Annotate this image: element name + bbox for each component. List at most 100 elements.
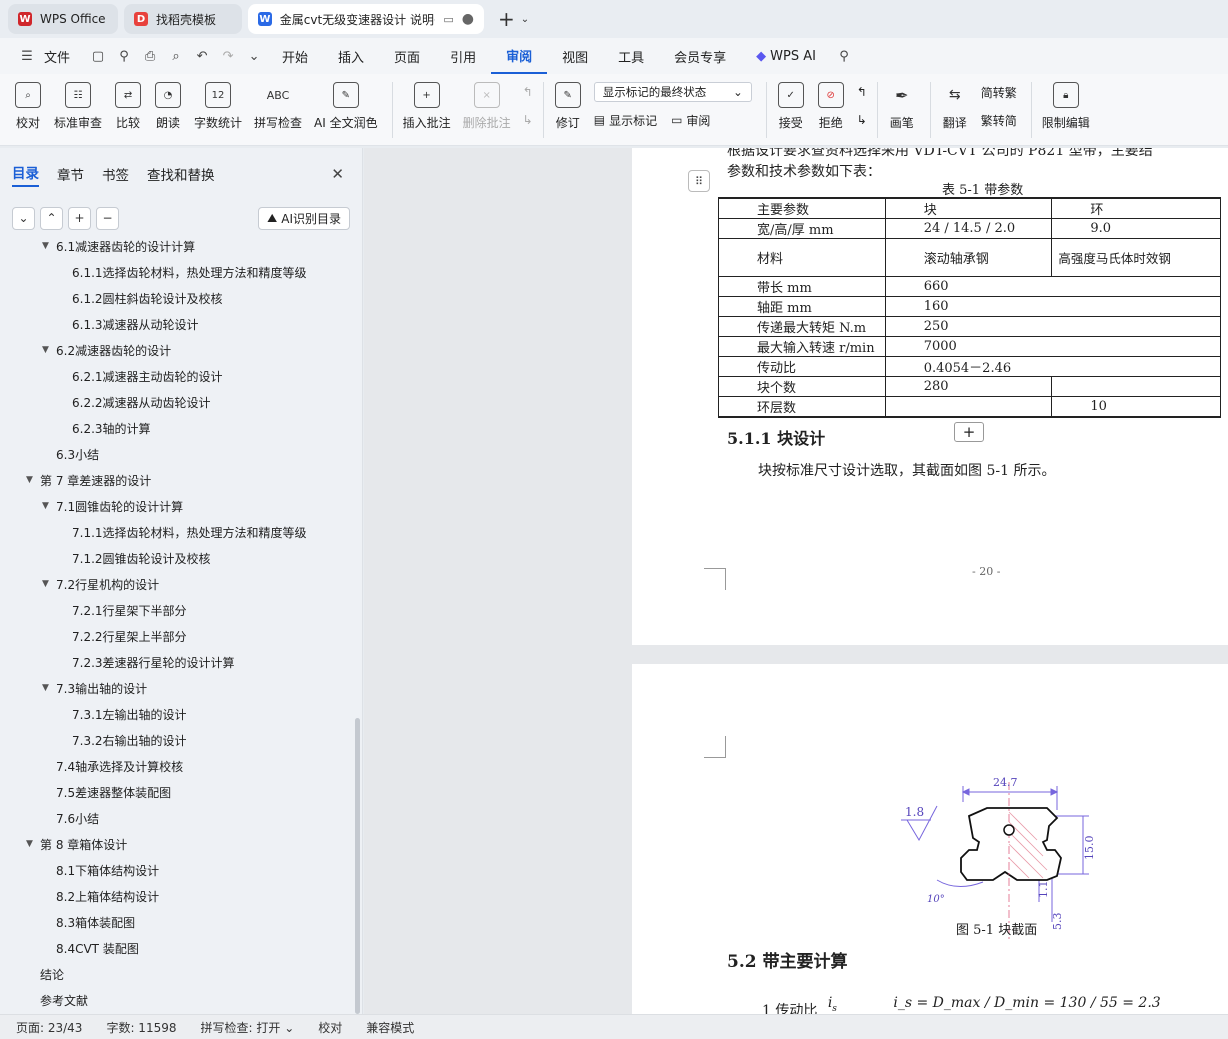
toc-item[interactable]: 参考文献 (40, 988, 88, 1010)
toc-item[interactable]: ▼ 7.1圆锥齿轮的设计计算 (42, 494, 183, 518)
toc-item[interactable]: 6.1.1选择齿轮材料，热处理方法和精度等级 (72, 260, 307, 284)
toc-item[interactable]: 7.6小结 (56, 806, 99, 830)
toc-item[interactable]: 6.1.2圆柱斜齿轮设计及校核 (72, 286, 223, 310)
save-icon[interactable]: ▢ (85, 49, 111, 64)
word-count-indicator[interactable]: 字数: 11598 (106, 1019, 176, 1036)
expand-all-icon[interactable]: ⌃ (40, 206, 63, 230)
toc-item[interactable]: 结论 (40, 962, 64, 986)
read-aloud-button[interactable]: ◔ 朗读 (154, 82, 182, 131)
table-handle-icon[interactable]: ⠿ (688, 170, 710, 192)
tab-chapter[interactable]: 章节 (57, 164, 84, 184)
standard-review-button[interactable]: ☷ 标准审查 (54, 82, 102, 131)
pen-button[interactable]: ✒ 画笔 (888, 82, 916, 131)
toc-item[interactable]: ▼ 第 8 章箱体设计 (26, 832, 127, 856)
menu-home[interactable]: 开始 (267, 38, 323, 74)
delete-comment-button[interactable]: × 删除批注 (463, 82, 511, 131)
next-comment-icon[interactable]: ↳ (523, 110, 533, 130)
toc-item[interactable]: 6.2.2减速器从动齿轮设计 (72, 390, 211, 414)
expand-caret-icon[interactable]: ▼ (42, 683, 54, 693)
restrict-edit-button[interactable]: 🔒︎ 限制编辑 (1042, 82, 1090, 131)
next-change-icon[interactable]: ↳ (857, 110, 867, 130)
toc-item[interactable]: ▼ 第 7 章差速器的设计 (26, 468, 151, 492)
undo-icon[interactable]: ↶ (189, 49, 215, 64)
print-icon[interactable]: ⎙ (137, 49, 163, 64)
tab-list-chevron-icon[interactable]: ⌄ (521, 14, 529, 25)
more-chevron-icon[interactable]: ⌄ (241, 49, 267, 64)
toc-item[interactable]: 7.2.1行星架下半部分 (72, 598, 187, 622)
tab-document[interactable]: W 金属cvt无级变速器设计 说明书 ▭ ● (248, 4, 484, 34)
toc-item[interactable]: 7.3.1左输出轴的设计 (72, 702, 187, 726)
add-row-icon[interactable]: + (954, 422, 984, 442)
expand-caret-icon[interactable]: ▼ (26, 839, 38, 849)
page-indicator[interactable]: 页面: 23/43 (16, 1019, 82, 1036)
menu-tools[interactable]: 工具 (603, 38, 659, 74)
insert-comment-button[interactable]: + 插入批注 (403, 82, 451, 131)
search-icon[interactable]: ⚲ (831, 49, 857, 64)
toc-item[interactable]: 6.2.3轴的计算 (72, 416, 151, 440)
toc-item[interactable]: 8.3箱体装配图 (56, 910, 135, 934)
ai-toc-button[interactable]: ⛰ AI识别目录 (258, 206, 350, 230)
toc-item[interactable]: 7.2.2行星架上半部分 (72, 624, 187, 648)
menu-page[interactable]: 页面 (379, 38, 435, 74)
expand-caret-icon[interactable]: ▼ (42, 579, 54, 589)
tab-template[interactable]: D 找稻壳模板 (124, 4, 242, 34)
toc-item[interactable]: 6.2.1减速器主动齿轮的设计 (72, 364, 223, 388)
menu-insert[interactable]: 插入 (323, 38, 379, 74)
menu-file[interactable]: 文件 (40, 38, 85, 74)
reject-button[interactable]: ⊘ 拒绝 (817, 82, 845, 131)
proofread-button[interactable]: ⌕ 校对 (14, 82, 42, 131)
menu-review[interactable]: 审阅 (491, 38, 548, 74)
toc-item[interactable]: 7.5差速器整体装配图 (56, 780, 171, 804)
collapse-all-icon[interactable]: ⌄ (12, 206, 35, 230)
tab-wps-office[interactable]: W WPS Office (8, 4, 118, 34)
tab-find-replace[interactable]: 查找和替换 (147, 164, 215, 184)
expand-caret-icon[interactable]: ▼ (42, 345, 54, 355)
new-tab-icon[interactable]: + (498, 7, 515, 31)
toc-item[interactable]: 6.3小结 (56, 442, 99, 466)
track-changes-button[interactable]: ✎ 修订 (554, 82, 582, 131)
toc-item[interactable]: 7.2.3差速器行星轮的设计计算 (72, 650, 235, 674)
prev-comment-icon[interactable]: ↰ (523, 82, 533, 102)
toc-item[interactable]: 7.3.2右输出轴的设计 (72, 728, 187, 752)
toc-item[interactable]: ▼ 6.2减速器齿轮的设计 (42, 338, 171, 362)
review-pane-button[interactable]: 审阅 (686, 112, 710, 129)
to-traditional-button[interactable]: 简转繁 (981, 82, 1017, 102)
toc-item[interactable]: ▼ 7.2行星机构的设计 (42, 572, 159, 596)
translate-button[interactable]: ⇆ 翻译 (941, 82, 969, 131)
prev-change-icon[interactable]: ↰ (857, 82, 867, 102)
toc-item[interactable]: 7.1.2圆锥齿轮设计及校核 (72, 546, 211, 570)
menu-reference[interactable]: 引用 (435, 38, 491, 74)
expand-caret-icon[interactable]: ▼ (26, 475, 38, 485)
expand-caret-icon[interactable]: ▼ (42, 241, 54, 251)
proof-indicator[interactable]: 校对 (318, 1019, 342, 1036)
to-simplified-button[interactable]: 繁转简 (981, 110, 1017, 130)
toc-item[interactable]: 6.1.3减速器从动轮设计 (72, 312, 199, 336)
expand-caret-icon[interactable]: ▼ (42, 501, 54, 511)
spell-check-indicator[interactable]: 拼写检查: 打开 ⌄ (201, 1019, 295, 1036)
print-preview-icon[interactable]: ⌕ (163, 49, 189, 64)
toc-item[interactable]: 8.2上箱体结构设计 (56, 884, 159, 908)
menu-wps-ai[interactable]: ◆ WPS AI (741, 38, 831, 74)
close-icon[interactable]: ✕ (331, 165, 344, 183)
toc-item[interactable]: ▼ 6.1减速器齿轮的设计计算 (42, 240, 195, 258)
tab-dot-icon[interactable]: ● (462, 11, 474, 27)
toc-item[interactable]: 7.1.1选择齿轮材料，热处理方法和精度等级 (72, 520, 307, 544)
redo-icon[interactable]: ↷ (215, 49, 241, 64)
compare-button[interactable]: ⇄ 比较 (114, 82, 142, 131)
accept-button[interactable]: ✓ 接受 (777, 82, 805, 131)
ai-polish-button[interactable]: ✎ AI 全文润色 (314, 82, 378, 131)
toc-item[interactable]: ▼ 7.3输出轴的设计 (42, 676, 147, 700)
menu-member[interactable]: 会员专享 (659, 38, 741, 74)
menu-view[interactable]: 视图 (547, 38, 603, 74)
markup-state-select[interactable]: 显示标记的最终状态 ⌄ (593, 82, 752, 102)
spell-check-button[interactable]: ABC 拼写检查 (254, 82, 302, 131)
show-markup-button[interactable]: 显示标记 (609, 112, 657, 129)
toc-item[interactable]: 7.4轴承选择及计算校核 (56, 754, 183, 778)
toc-item[interactable]: 8.1下箱体结构设计 (56, 858, 159, 882)
add-heading-icon[interactable]: + (68, 206, 91, 230)
hamburger-icon[interactable]: ☰ (14, 49, 40, 64)
remove-heading-icon[interactable]: − (96, 206, 119, 230)
word-count-button[interactable]: 12 字数统计 (194, 82, 242, 131)
share-icon[interactable]: ⚲ (111, 49, 137, 64)
toc-scrollbar[interactable] (355, 718, 360, 1014)
